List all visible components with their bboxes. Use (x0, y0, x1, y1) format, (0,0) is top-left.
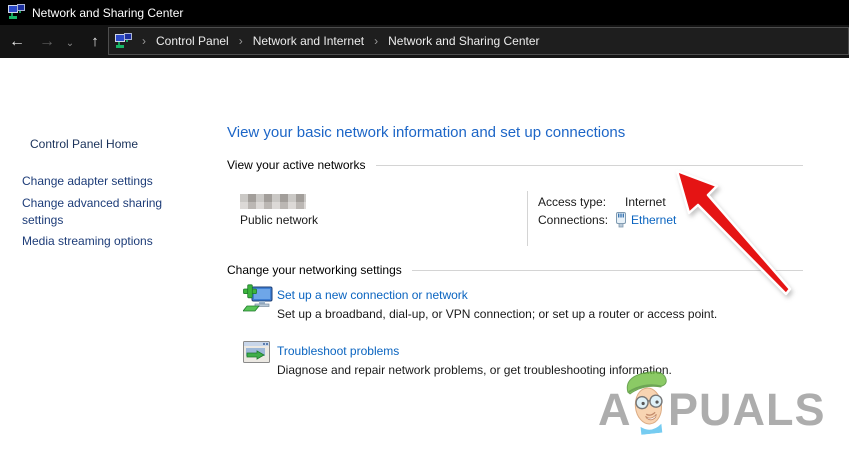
network-places-icon (8, 4, 25, 19)
breadcrumb-network-sharing-center[interactable]: Network and Sharing Center (388, 34, 539, 48)
access-type-label: Access type: (538, 195, 607, 209)
networking-settings-label: Change your networking settings (227, 263, 402, 277)
appuals-mascot-icon (626, 371, 667, 435)
troubleshoot-problems-link[interactable]: Troubleshoot problems (277, 344, 399, 358)
up-icon[interactable]: ↑ (80, 28, 110, 56)
breadcrumb-chevron-icon[interactable]: › (141, 34, 147, 48)
network-profile-label: Public network (240, 213, 319, 227)
ethernet-plug-icon (616, 212, 626, 228)
sidebar-item-change-adapter-settings[interactable]: Change adapter settings (22, 173, 153, 190)
connections-label: Connections: (538, 213, 609, 227)
setup-new-connection-description: Set up a broadband, dial-up, or VPN conn… (277, 307, 718, 321)
appuals-watermark: A PUALS (598, 370, 826, 445)
new-connection-icon (243, 284, 273, 312)
network-places-icon (115, 32, 132, 48)
window-title: Network and Sharing Center (32, 5, 184, 20)
breadcrumb-chevron-icon[interactable]: › (373, 34, 379, 48)
forward-icon[interactable]: → (34, 28, 60, 56)
access-type-value: Internet (625, 195, 666, 209)
networking-settings-section-header: Change your networking settings (227, 263, 803, 277)
title-bar: Network and Sharing Center (0, 0, 849, 25)
page-title: View your basic network information and … (227, 124, 626, 141)
section-divider (411, 269, 803, 271)
sidebar-item-control-panel-home[interactable]: Control Panel Home (30, 137, 138, 151)
active-networks-label: View your active networks (227, 158, 366, 172)
breadcrumb-control-panel[interactable]: Control Panel (156, 34, 229, 48)
sidebar-item-change-advanced-sharing-settings[interactable]: Change advanced sharing settings (22, 195, 180, 229)
address-bar[interactable]: › Control Panel › Network and Internet ›… (108, 27, 849, 55)
section-divider (375, 164, 803, 166)
network-name-blurred (240, 194, 306, 209)
navigation-toolbar: ← → ⌄ ↑ › Control Panel › Network and In… (0, 25, 849, 58)
back-icon[interactable]: ← (0, 28, 34, 56)
network-panel-divider (527, 191, 528, 246)
recent-pages-dropdown-icon[interactable]: ⌄ (60, 28, 80, 56)
watermark-letters-puals: PUALS (668, 384, 826, 435)
breadcrumb-network-and-internet[interactable]: Network and Internet (253, 34, 364, 48)
active-networks-section-header: View your active networks (227, 158, 803, 172)
breadcrumb-chevron-icon[interactable]: › (238, 34, 244, 48)
troubleshoot-icon (243, 341, 270, 363)
sidebar-item-media-streaming-options[interactable]: Media streaming options (22, 233, 153, 250)
ethernet-connection-link[interactable]: Ethernet (631, 213, 676, 227)
network-sharing-center-window: Network and Sharing Center ← → ⌄ ↑ › Con… (0, 0, 849, 470)
setup-new-connection-link[interactable]: Set up a new connection or network (277, 288, 468, 302)
